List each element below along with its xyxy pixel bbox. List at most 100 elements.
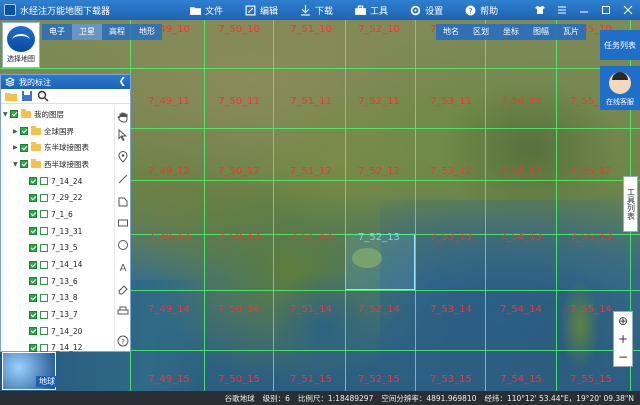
- tab-districts[interactable]: 区划: [466, 24, 496, 40]
- maximize-button[interactable]: [598, 2, 614, 18]
- checkbox[interactable]: [29, 260, 37, 269]
- tile-label[interactable]: 7_49_15: [148, 374, 190, 385]
- tile-label[interactable]: 7_52_12: [358, 166, 400, 177]
- checkbox[interactable]: [29, 310, 37, 319]
- tab-vector[interactable]: 电子: [42, 24, 72, 40]
- checkbox[interactable]: [29, 277, 37, 286]
- pan-hand-icon[interactable]: [117, 111, 129, 123]
- menu-help[interactable]: ? 帮助: [465, 0, 498, 20]
- tab-elevation[interactable]: 高程: [102, 24, 132, 40]
- tile-label[interactable]: 7_53_12: [430, 166, 472, 177]
- menu-download[interactable]: 下载: [300, 0, 333, 20]
- search-icon[interactable]: [37, 90, 49, 102]
- tile-label[interactable]: 7_52_15: [358, 374, 400, 385]
- menu-tools[interactable]: 工具: [355, 0, 388, 20]
- tile-label[interactable]: 7_51_13: [290, 232, 332, 243]
- rectangle-icon[interactable]: [117, 217, 129, 229]
- tree-item-layer[interactable]: 7_14_14: [3, 256, 111, 273]
- marker-icon[interactable]: [117, 151, 129, 163]
- tab-place-names[interactable]: 地名: [436, 24, 466, 40]
- task-list-button[interactable]: 任务列表: [600, 30, 640, 60]
- tile-label[interactable]: 7_54_11: [500, 96, 542, 107]
- tile-label[interactable]: 7_53_13: [430, 232, 472, 243]
- tile-label[interactable]: 7_51_11: [290, 96, 332, 107]
- help-icon[interactable]: ?: [117, 335, 129, 347]
- select-arrow-icon[interactable]: [117, 128, 129, 142]
- checkbox[interactable]: [10, 110, 18, 119]
- zoom-in-button[interactable]: +: [615, 331, 631, 347]
- tile-label[interactable]: 7_50_13: [218, 232, 260, 243]
- tile-label[interactable]: 7_55_13: [570, 232, 612, 243]
- tree-item-layer[interactable]: 7_14_24: [3, 173, 111, 190]
- expand-caret-icon[interactable]: ▶: [13, 128, 20, 135]
- tab-map-sheets[interactable]: 图幅: [526, 24, 556, 40]
- checkbox[interactable]: [29, 177, 37, 186]
- tool-list-tab[interactable]: 工具列表: [623, 176, 638, 232]
- circle-icon[interactable]: [117, 239, 129, 251]
- tile-label[interactable]: 7_50_11: [218, 96, 260, 107]
- tree-item-layer[interactable]: 7_13_8: [3, 290, 111, 307]
- locate-icon[interactable]: ⊕: [615, 313, 631, 329]
- tile-label[interactable]: 7_51_15: [290, 374, 332, 385]
- checkbox[interactable]: [29, 227, 37, 236]
- tile-label[interactable]: 7_54_14: [500, 304, 542, 315]
- expand-caret-icon[interactable]: ▼: [13, 161, 20, 168]
- tile-label[interactable]: 7_52_10: [358, 24, 400, 35]
- tile-label[interactable]: 7_54_13: [500, 232, 542, 243]
- save-icon[interactable]: [21, 90, 33, 102]
- checkbox[interactable]: [29, 343, 37, 352]
- menu-settings[interactable]: 设置: [410, 0, 443, 20]
- eraser-icon[interactable]: [117, 283, 129, 295]
- tree-item-west-index[interactable]: ▼ 西半球接图表: [3, 156, 111, 173]
- checkbox[interactable]: [29, 193, 37, 202]
- checkbox[interactable]: [20, 127, 28, 136]
- collapse-panel-icon[interactable]: ❮: [118, 77, 126, 87]
- online-service-button[interactable]: 在线客服: [600, 66, 640, 110]
- tile-label[interactable]: 7_49_13: [148, 232, 190, 243]
- tree-item-layer[interactable]: 7_1_6: [3, 206, 111, 223]
- skin-button[interactable]: [532, 2, 548, 18]
- tree-item-layer[interactable]: 7_13_6: [3, 273, 111, 290]
- menu-file[interactable]: 文件: [190, 0, 223, 20]
- tree-item-layer[interactable]: 7_29_22: [3, 189, 111, 206]
- tree-item-layer[interactable]: 7_13_7: [3, 306, 111, 323]
- tile-label[interactable]: 7_52_11: [358, 96, 400, 107]
- polygon-icon[interactable]: [117, 195, 129, 207]
- text-icon[interactable]: A: [117, 261, 129, 274]
- menu-edit[interactable]: 编辑: [245, 0, 278, 20]
- tab-terrain[interactable]: 地形: [132, 24, 162, 40]
- tile-label[interactable]: 7_50_15: [218, 374, 260, 385]
- tile-label[interactable]: 7_50_10: [218, 24, 260, 35]
- tile-label[interactable]: 7_51_10: [290, 24, 332, 35]
- tree-item-east-index[interactable]: ▶ 东半球接图表: [3, 139, 111, 156]
- tile-label[interactable]: 7_54_15: [500, 374, 542, 385]
- close-button[interactable]: [620, 2, 636, 18]
- menu-button[interactable]: [554, 2, 570, 18]
- tile-label[interactable]: 7_50_12: [218, 166, 260, 177]
- tile-label[interactable]: 7_51_12: [290, 166, 332, 177]
- tile-label[interactable]: 7_49_14: [148, 304, 190, 315]
- open-folder-icon[interactable]: [5, 90, 17, 102]
- tile-label[interactable]: 7_55_14: [570, 304, 612, 315]
- tree-item-my-layers[interactable]: ▼ 我的图层: [3, 106, 111, 123]
- tile-label[interactable]: 7_55_15: [570, 374, 612, 385]
- tree-item-global-borders[interactable]: ▶ 全球国界: [3, 123, 111, 140]
- checkbox[interactable]: [20, 160, 28, 169]
- checkbox[interactable]: [29, 210, 37, 219]
- tab-satellite[interactable]: 卫星: [72, 24, 102, 40]
- tile-label[interactable]: 7_53_15: [430, 374, 472, 385]
- line-icon[interactable]: [117, 173, 129, 185]
- tab-tiles[interactable]: 瓦片: [556, 24, 586, 40]
- print-icon[interactable]: [117, 305, 129, 317]
- tile-label[interactable]: 7_49_11: [148, 96, 190, 107]
- tile-label[interactable]: 7_51_14: [290, 304, 332, 315]
- zoom-out-button[interactable]: −: [615, 349, 631, 365]
- tile-label[interactable]: 7_49_12: [148, 166, 190, 177]
- tile-label[interactable]: 7_52_13: [358, 232, 400, 243]
- tile-label[interactable]: 7_53_11: [430, 96, 472, 107]
- tile-label[interactable]: 7_52_14: [358, 304, 400, 315]
- checkbox[interactable]: [29, 243, 37, 252]
- tree-item-layer[interactable]: 7_13_31: [3, 223, 111, 240]
- checkbox[interactable]: [29, 327, 37, 336]
- map-type-selector[interactable]: 选择地图: [2, 22, 40, 68]
